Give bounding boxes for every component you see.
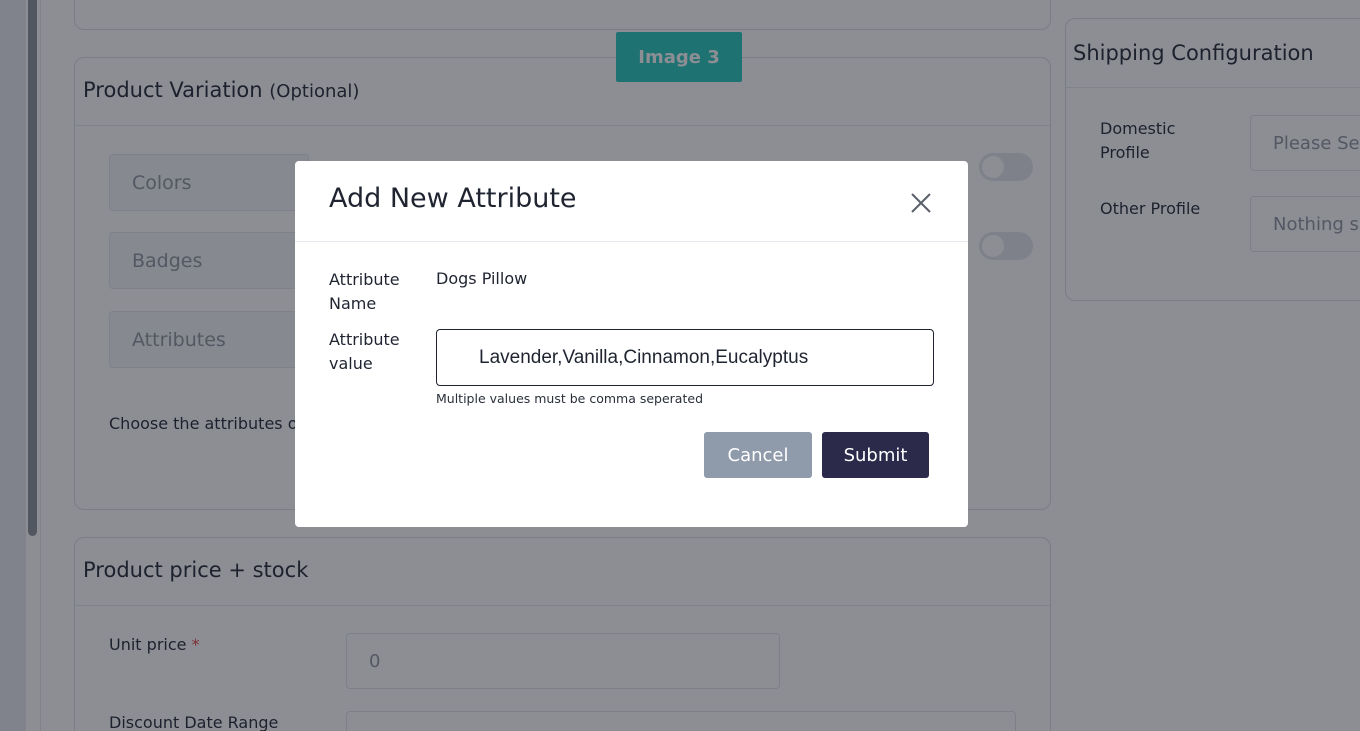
close-icon[interactable] <box>907 189 935 217</box>
attribute-value-label: Attribute value <box>329 330 400 373</box>
modal-header: Add New Attribute <box>295 161 968 242</box>
attribute-name-label: Attribute Name <box>329 270 400 313</box>
attribute-name-value: Dogs Pillow <box>436 269 528 288</box>
cancel-button[interactable]: Cancel <box>704 432 812 478</box>
attribute-value-input[interactable] <box>436 329 934 386</box>
add-attribute-modal: Add New Attribute Attribute Name Dogs Pi… <box>295 161 968 527</box>
submit-button[interactable]: Submit <box>822 432 929 478</box>
modal-title: Add New Attribute <box>329 183 577 214</box>
help-text: Multiple values must be comma seperated <box>436 391 703 406</box>
